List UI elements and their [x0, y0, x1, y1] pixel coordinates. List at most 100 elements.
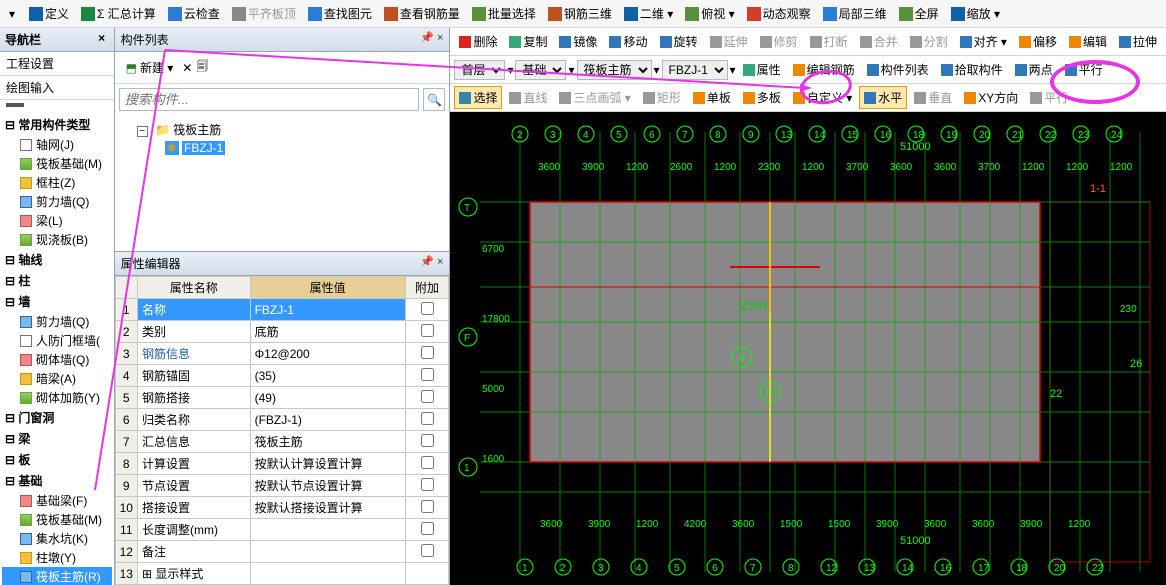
draw-button[interactable]: 矩形	[638, 86, 686, 109]
edit-button[interactable]: 移动	[604, 30, 652, 53]
nav-section-settings[interactable]: 工程设置	[0, 52, 114, 76]
nav-group[interactable]: ⊟ 墙	[2, 291, 112, 312]
toolbar-button[interactable]: 动态观察	[742, 2, 816, 25]
draw-button[interactable]: 自定义 ▾	[788, 86, 857, 109]
toolbar-button[interactable]: 局部三维	[818, 2, 892, 25]
extra-checkbox[interactable]	[421, 456, 434, 469]
edit-button[interactable]: 旋转	[655, 30, 703, 53]
context-button[interactable]: 属性	[738, 58, 786, 81]
context-button[interactable]: 两点	[1010, 58, 1058, 81]
extra-checkbox[interactable]	[421, 522, 434, 535]
toolbar-button[interactable]: 云检查	[163, 2, 225, 25]
nav-item[interactable]: 集水坑(K)	[2, 529, 112, 548]
nav-item[interactable]: 砌体加筋(Y)	[2, 388, 112, 407]
nav-item[interactable]: 筏板主筋(R)	[2, 567, 112, 585]
nav-item[interactable]: 基础梁(F)	[2, 491, 112, 510]
property-row[interactable]: 13⊞ 显示样式	[115, 563, 449, 585]
context-select[interactable]: 首层	[454, 60, 505, 80]
search-button[interactable]: 🔍	[423, 88, 445, 111]
nav-item[interactable]: 剪力墙(Q)	[2, 192, 112, 211]
toolbar-button[interactable]: Σ 汇总计算	[76, 2, 161, 25]
context-select[interactable]: FBZJ-1	[662, 60, 728, 80]
property-row[interactable]: 4钢筋锚固(35)	[115, 365, 449, 387]
extra-checkbox[interactable]	[421, 500, 434, 513]
context-button[interactable]: 拾取构件	[936, 58, 1008, 81]
copy-icon[interactable]: 🗐	[196, 57, 208, 78]
nav-section-draw[interactable]: 绘图输入	[0, 76, 114, 100]
edit-button[interactable]: 延伸	[705, 30, 753, 53]
edit-button[interactable]: 镜像	[554, 30, 602, 53]
edit-button[interactable]: 拉伸	[1114, 30, 1162, 53]
toolbar-button[interactable]: 批量选择	[467, 2, 541, 25]
draw-button[interactable]: 垂直	[909, 86, 957, 109]
edit-button[interactable]: 分割	[905, 30, 953, 53]
collapse-icon[interactable]: −	[137, 126, 148, 137]
property-row[interactable]: 10搭接设置按默认搭接设置计算	[115, 497, 449, 519]
extra-checkbox[interactable]	[421, 412, 434, 425]
context-select[interactable]: 基础	[515, 60, 566, 80]
nav-group[interactable]: ⊟ 轴线	[2, 249, 112, 270]
toolbar-button[interactable]: 俯视 ▾	[680, 2, 739, 25]
property-row[interactable]: 11长度调整(mm)	[115, 519, 449, 541]
draw-button[interactable]: 水平	[859, 86, 907, 109]
nav-group[interactable]: ⊟ 梁	[2, 428, 112, 449]
nav-item[interactable]: 暗梁(A)	[2, 369, 112, 388]
extra-checkbox[interactable]	[421, 478, 434, 491]
toolbar-button[interactable]: 定义	[24, 2, 74, 25]
extra-checkbox[interactable]	[421, 302, 434, 315]
new-button[interactable]: ⬒ 新建 ▾	[121, 56, 179, 79]
draw-button[interactable]: 单板	[688, 86, 736, 109]
draw-button[interactable]: 多板	[738, 86, 786, 109]
nav-item[interactable]: 筏板基础(M)	[2, 154, 112, 173]
tree-root[interactable]: − 📁 筏板主筋	[121, 119, 444, 140]
context-button[interactable]: 平行	[1060, 58, 1108, 81]
nav-item[interactable]: 梁(L)	[2, 211, 112, 230]
edit-button[interactable]: 对齐 ▾	[955, 30, 1012, 53]
edit-button[interactable]: 修剪	[755, 30, 803, 53]
context-button[interactable]: 构件列表	[862, 58, 934, 81]
extra-checkbox[interactable]	[421, 390, 434, 403]
pin-icon[interactable]: 📌 ×	[420, 255, 443, 268]
nav-group[interactable]: ⊟ 常用构件类型	[2, 114, 112, 135]
context-button[interactable]: 编辑钢筋	[788, 58, 860, 81]
drawing-canvas[interactable]: 2345678913141516181920212223245100036003…	[450, 112, 1166, 585]
draw-button[interactable]: 直线	[504, 86, 552, 109]
property-row[interactable]: 9节点设置按默认节点设置计算	[115, 475, 449, 497]
property-row[interactable]: 1名称FBZJ-1	[115, 299, 449, 321]
property-row[interactable]: 2类别底筋	[115, 321, 449, 343]
property-row[interactable]: 12备注	[115, 541, 449, 563]
toolbar-button[interactable]: 二维 ▾	[619, 2, 678, 25]
toolbar-button[interactable]: 缩放 ▾	[946, 2, 1005, 25]
nav-item[interactable]: 柱墩(Y)	[2, 548, 112, 567]
property-row[interactable]: 8计算设置按默认计算设置计算	[115, 453, 449, 475]
topbar-leading[interactable]: ▾	[4, 4, 20, 24]
nav-group[interactable]: ⊟ 基础	[2, 470, 112, 491]
extra-checkbox[interactable]	[421, 346, 434, 359]
property-row[interactable]: 7汇总信息筏板主筋	[115, 431, 449, 453]
nav-item[interactable]: 剪力墙(Q)	[2, 312, 112, 331]
nav-item[interactable]: 轴网(J)	[2, 135, 112, 154]
extra-checkbox[interactable]	[421, 544, 434, 557]
toolbar-button[interactable]: 平齐板顶	[227, 2, 301, 25]
extra-checkbox[interactable]	[421, 324, 434, 337]
nav-close-icon[interactable]: ×	[95, 31, 109, 45]
draw-button[interactable]: 三点画弧 ▾	[554, 86, 635, 109]
property-row[interactable]: 3钢筋信息Φ12@200	[115, 343, 449, 365]
draw-button[interactable]: XY方向	[959, 86, 1023, 109]
property-row[interactable]: 5钢筋搭接(49)	[115, 387, 449, 409]
delete-icon[interactable]: ✕	[182, 61, 192, 75]
edit-button[interactable]: 删除	[454, 30, 502, 53]
nav-group[interactable]: ⊟ 柱	[2, 270, 112, 291]
extra-checkbox[interactable]	[421, 368, 434, 381]
draw-button[interactable]: 选择	[454, 86, 502, 109]
nav-item[interactable]: 筏板基础(M)	[2, 510, 112, 529]
edit-button[interactable]: 复制	[504, 30, 552, 53]
edit-button[interactable]: 编辑	[1064, 30, 1112, 53]
edit-button[interactable]: 打断	[805, 30, 853, 53]
nav-item[interactable]: 砌体墙(Q)	[2, 350, 112, 369]
property-row[interactable]: 6归类名称(FBZJ-1)	[115, 409, 449, 431]
nav-item[interactable]: 人防门框墙(	[2, 331, 112, 350]
toolbar-button[interactable]: 钢筋三维	[543, 2, 617, 25]
edit-button[interactable]: 偏移	[1014, 30, 1062, 53]
nav-item[interactable]: 现浇板(B)	[2, 230, 112, 249]
